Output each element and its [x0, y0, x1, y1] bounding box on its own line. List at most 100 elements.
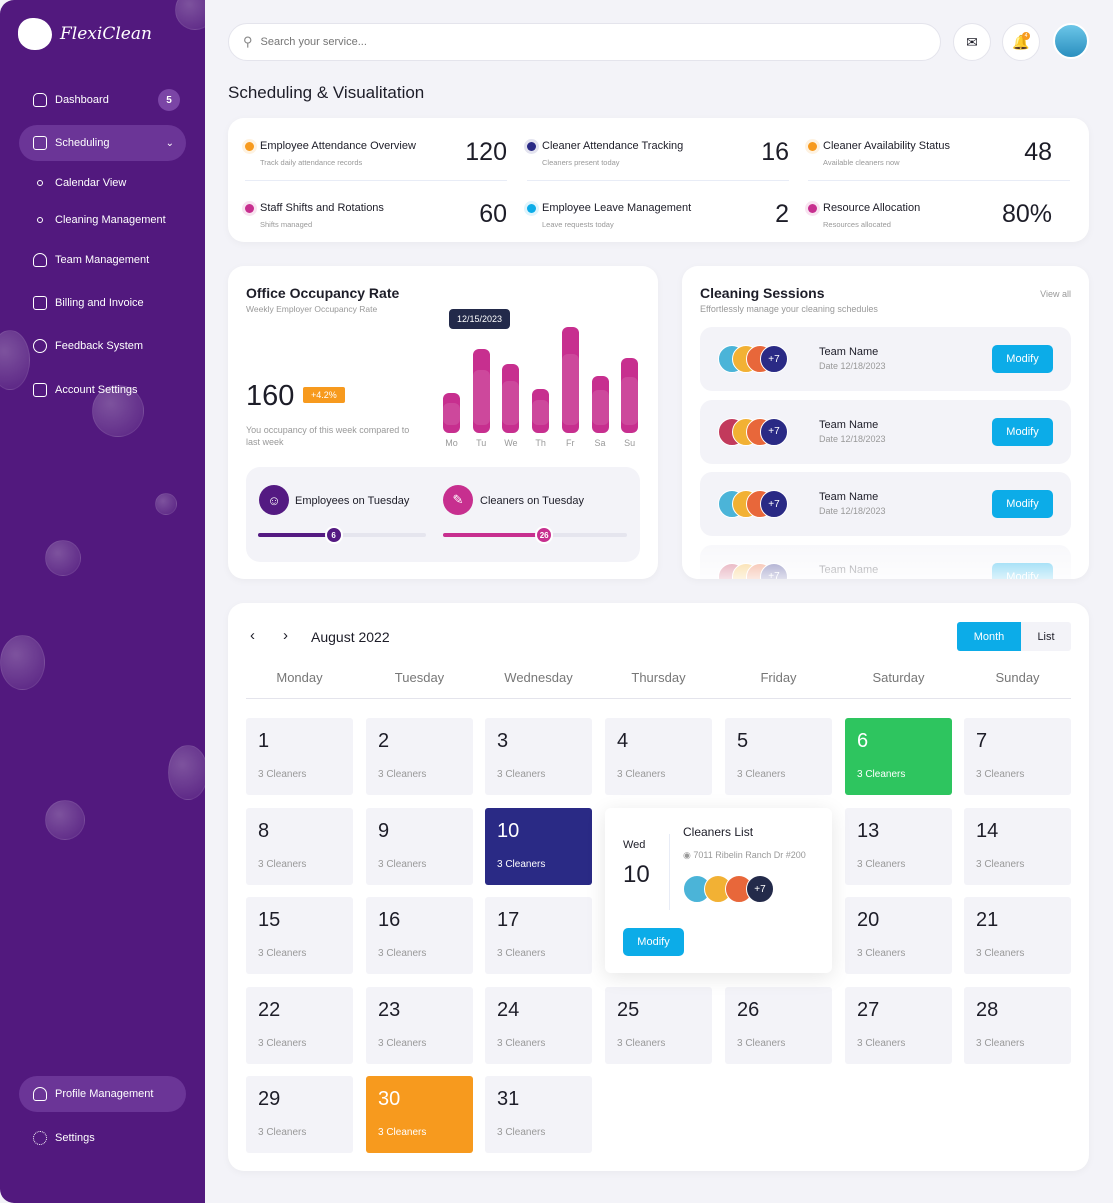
sidebar-item-scheduling[interactable]: Scheduling ⌄	[19, 125, 186, 161]
stat-title: Cleaner Availability Status	[823, 140, 950, 152]
view-all-link[interactable]: View all	[1040, 289, 1071, 299]
calendar-day-24[interactable]: 24 3 Cleaners	[485, 987, 592, 1064]
sidebar-item-cleaning-management[interactable]: Cleaning Management	[19, 202, 186, 238]
sidebar-item-feedback[interactable]: Feedback System	[19, 328, 186, 364]
calendar-day-14[interactable]: 14 3 Cleaners	[964, 808, 1071, 885]
calendar-day-23[interactable]: 23 3 Cleaners	[366, 987, 473, 1064]
stat-item[interactable]: Cleaner Availability Status Available cle…	[790, 130, 1052, 180]
stat-item[interactable]: Resource Allocation Resources allocated 80…	[790, 192, 1052, 242]
day-number: 8	[258, 820, 270, 842]
next-month-button[interactable]: ›	[283, 627, 288, 644]
session-date: Date 12/18/2023	[819, 506, 886, 516]
bar-Sa[interactable]	[591, 376, 609, 433]
calendar-day-22[interactable]: 22 3 Cleaners	[246, 987, 353, 1064]
status-dot	[808, 142, 817, 151]
calendar-day-6[interactable]: 6 3 Cleaners	[845, 718, 952, 795]
bar-Mo[interactable]	[443, 393, 460, 433]
bar-Fr[interactable]	[561, 327, 579, 433]
calendar-day-15[interactable]: 15 3 Cleaners	[246, 897, 353, 974]
calendar-day-25[interactable]: 25 3 Cleaners	[605, 987, 712, 1064]
sidebar-item-dashboard[interactable]: Dashboard 5	[19, 82, 186, 118]
sidebar-item-label: Billing and Invoice	[55, 297, 144, 309]
sidebar-item-label: Settings	[55, 1132, 95, 1144]
calendar-day-27[interactable]: 27 3 Cleaners	[845, 987, 952, 1064]
calendar-day-10[interactable]: 10 3 Cleaners	[485, 808, 592, 885]
mail-button[interactable]: ✉	[953, 23, 991, 61]
search-input[interactable]	[260, 36, 940, 48]
calendar-day-28[interactable]: 28 3 Cleaners	[964, 987, 1071, 1064]
sidebar-item-label: Cleaning Management	[55, 214, 166, 226]
weekday-header: Monday	[276, 670, 323, 685]
x-tick-label: Tu	[476, 438, 487, 448]
popup-modify-button[interactable]: Modify	[623, 928, 684, 956]
popup-day: 10	[623, 861, 650, 888]
bar-Su[interactable]	[621, 358, 639, 433]
bullet-icon	[37, 180, 43, 186]
bar-highlight	[532, 400, 550, 425]
calendar-day-7[interactable]: 7 3 Cleaners	[964, 718, 1071, 795]
search-bar[interactable]: ⚲	[228, 23, 941, 61]
logo[interactable]: FlexiClean	[18, 18, 152, 50]
stat-item[interactable]: Staff Shifts and Rotations Shifts managed…	[227, 192, 507, 242]
calendar-day-20[interactable]: 20 3 Cleaners	[845, 897, 952, 974]
user-avatar[interactable]	[1053, 23, 1089, 59]
notification-button[interactable]: 🔔 4	[1002, 23, 1040, 61]
calendar-day-21[interactable]: 21 3 Cleaners	[964, 897, 1071, 974]
stat-item[interactable]: Employee Attendance Overview Track daily …	[227, 130, 507, 180]
bar-Th[interactable]	[532, 389, 550, 433]
cleaners-count: 3 Cleaners	[976, 769, 1025, 780]
sidebar-item-team-management[interactable]: Team Management	[19, 242, 186, 278]
cleaners-count: 3 Cleaners	[857, 1038, 906, 1049]
calendar-clock-icon	[33, 136, 47, 150]
cleaners-count: 3 Cleaners	[617, 1038, 666, 1049]
bar-highlight	[443, 403, 460, 425]
chevron-down-icon: ⌄	[165, 137, 174, 149]
modify-button[interactable]: Modify	[992, 417, 1053, 446]
calendar-day-30[interactable]: 30 3 Cleaners	[366, 1076, 473, 1153]
cleaners-count: 3 Cleaners	[737, 1038, 786, 1049]
calendar-day-1[interactable]: 1 3 Cleaners	[246, 718, 353, 795]
calendar-day-16[interactable]: 16 3 Cleaners	[366, 897, 473, 974]
session-item[interactable]: +7 Team Name Date 12/18/2023 Modify	[700, 472, 1071, 536]
sidebar-item-billing[interactable]: Billing and Invoice	[19, 285, 186, 321]
month-view-button[interactable]: Month	[957, 622, 1021, 651]
stat-item[interactable]: Cleaner Attendance Tracking Cleaners pres…	[509, 130, 789, 180]
session-item[interactable]: +7 Team Name Date 12/18/2023 Modify	[700, 399, 1071, 464]
calendar-day-9[interactable]: 9 3 Cleaners	[366, 808, 473, 885]
day-number: 28	[976, 999, 999, 1021]
search-icon: ⚲	[243, 34, 253, 49]
sidebar-item-profile-management[interactable]: Profile Management	[19, 1076, 186, 1112]
occupancy-title: Office Occupancy Rate	[246, 285, 400, 301]
modify-button[interactable]: Modify	[992, 345, 1053, 373]
calendar-day-13[interactable]: 13 3 Cleaners	[845, 808, 952, 885]
month-label: August 2022	[311, 629, 390, 645]
bar-Tu[interactable]	[472, 349, 490, 433]
sidebar-item-account-settings[interactable]: Account Settings	[19, 372, 186, 408]
cleaners-count: 3 Cleaners	[737, 769, 786, 780]
calendar-day-2[interactable]: 2 3 Cleaners	[366, 718, 473, 795]
stat-item[interactable]: Employee Leave Management Leave requests …	[509, 192, 789, 242]
sidebar-item-calendar-view[interactable]: Calendar View	[19, 165, 186, 201]
sidebar-item-settings[interactable]: Settings	[19, 1120, 186, 1156]
location-pin-icon: ◉	[683, 850, 691, 860]
employees-slider-handle[interactable]: 6	[324, 526, 343, 544]
modify-button[interactable]: Modify	[992, 490, 1053, 518]
calendar-day-17[interactable]: 17 3 Cleaners	[485, 897, 592, 974]
prev-month-button[interactable]: ‹	[250, 627, 255, 644]
x-tick-label: We	[504, 438, 518, 448]
more-avatars-count: +7	[746, 875, 774, 903]
calendar-day-5[interactable]: 5 3 Cleaners	[725, 718, 832, 795]
calendar-day-8[interactable]: 8 3 Cleaners	[246, 808, 353, 885]
sidebar-item-label: Profile Management	[55, 1088, 154, 1100]
calendar-day-29[interactable]: 29 3 Cleaners	[246, 1076, 353, 1153]
calendar-day-26[interactable]: 26 3 Cleaners	[725, 987, 832, 1064]
sidebar-item-label: Calendar View	[55, 177, 127, 189]
calendar-day-3[interactable]: 3 3 Cleaners	[485, 718, 592, 795]
calendar-day-4[interactable]: 4 3 Cleaners	[605, 718, 712, 795]
more-avatars-count: +7	[760, 417, 788, 446]
list-view-button[interactable]: List	[1021, 622, 1071, 651]
calendar-day-31[interactable]: 31 3 Cleaners	[485, 1076, 592, 1153]
weekday-header: Wednesday	[504, 670, 573, 685]
session-item[interactable]: +7 Team Name Date 12/18/2023 Modify	[700, 327, 1071, 391]
bar-We[interactable]	[502, 364, 520, 433]
